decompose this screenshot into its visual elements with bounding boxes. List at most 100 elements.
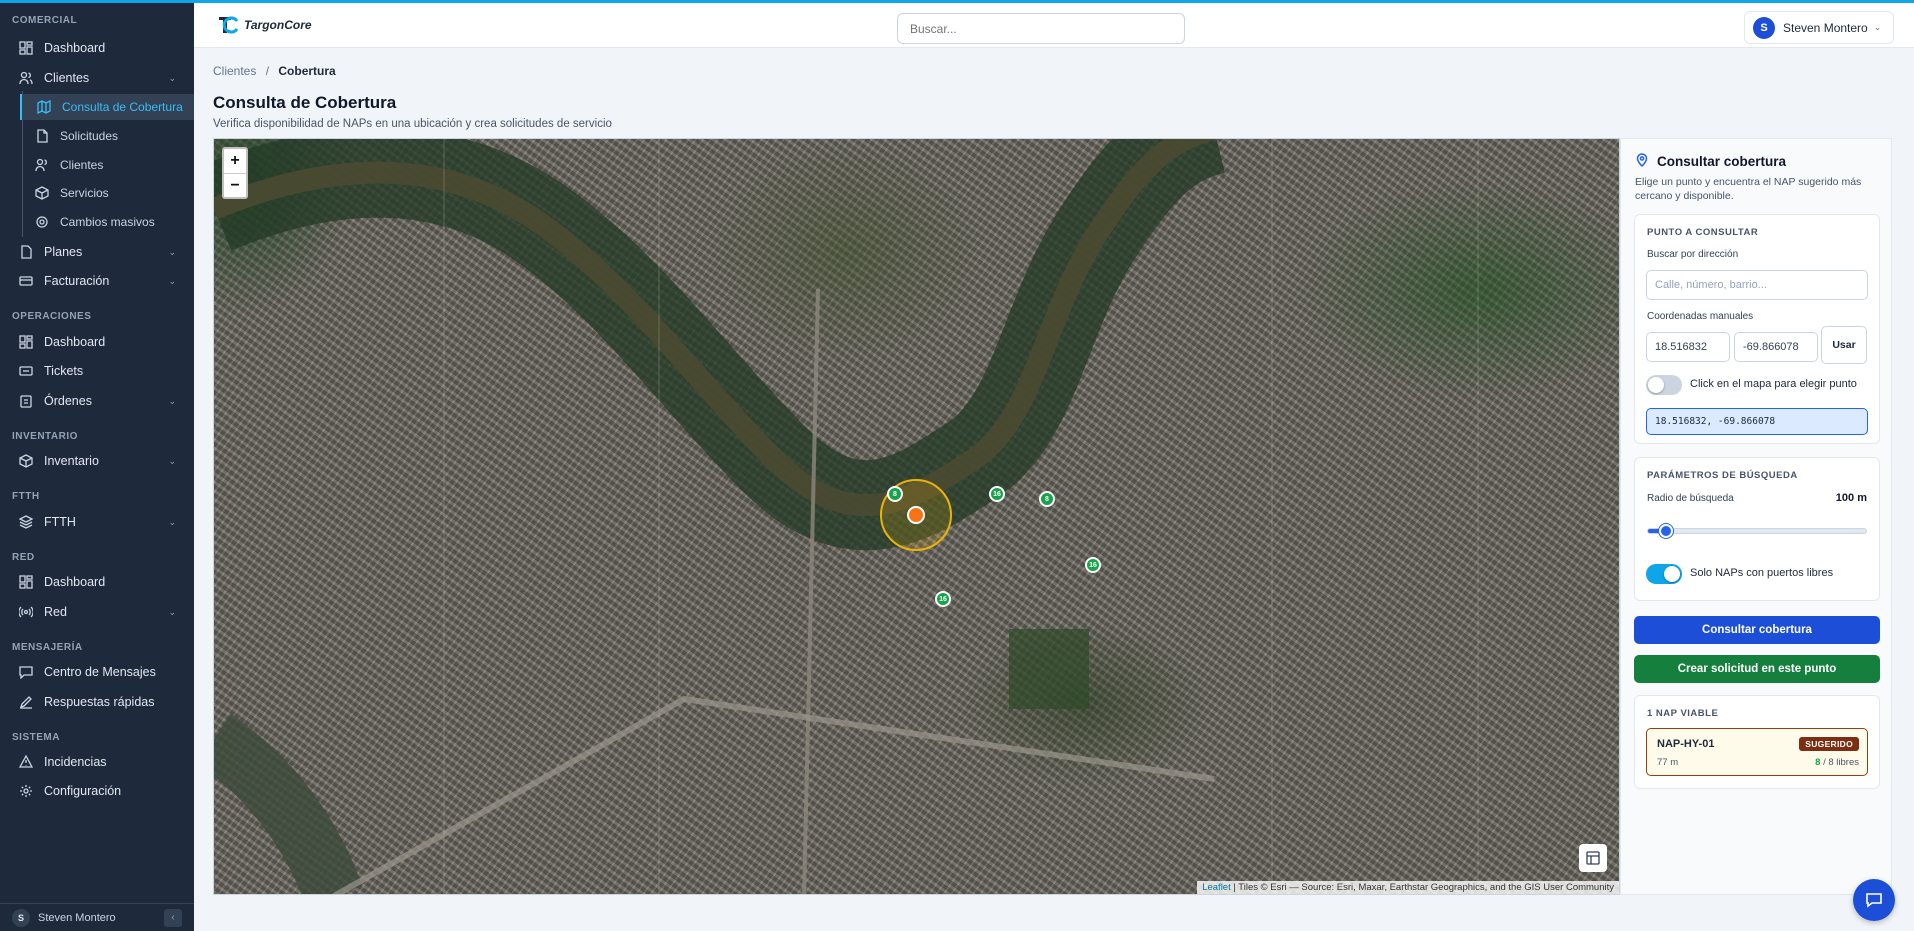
sidebar-item-label: Incidencias bbox=[44, 755, 107, 769]
box-icon bbox=[18, 453, 34, 469]
nap-marker[interactable]: 16 bbox=[989, 486, 1005, 502]
users-icon bbox=[18, 70, 34, 86]
breadcrumb-parent-link[interactable]: Clientes bbox=[213, 64, 256, 78]
panel-title-text: Consultar cobertura bbox=[1657, 154, 1787, 169]
chevron-down-icon: ⌄ bbox=[168, 455, 176, 466]
logo-icon bbox=[219, 16, 239, 34]
sidebar-item-label: Centro de Mensajes bbox=[44, 665, 156, 679]
section-operaciones: OPERACIONES bbox=[12, 311, 92, 322]
map-click-label: Click en el mapa para elegir punto bbox=[1690, 378, 1857, 390]
longitude-input[interactable] bbox=[1734, 332, 1818, 362]
location-pin-icon bbox=[1635, 153, 1649, 170]
leaflet-link[interactable]: Leaflet bbox=[1202, 882, 1231, 893]
sidebar-item-label: FTTH bbox=[44, 515, 76, 529]
section-comercial: COMERCIAL bbox=[12, 15, 78, 26]
sidebar-item-label: Clientes bbox=[60, 158, 104, 172]
box-icon bbox=[34, 185, 50, 201]
sidebar-item-ordenes[interactable]: Órdenes ⌄ bbox=[10, 388, 186, 414]
sidebar-item-label: Cambios masivos bbox=[60, 215, 155, 229]
sidebar-item-centro-mensajes[interactable]: Centro de Mensajes bbox=[10, 659, 186, 685]
sidebar-item-cambios-masivos[interactable]: Cambios masivos bbox=[20, 209, 194, 235]
footer-user-name: Steven Montero bbox=[38, 911, 116, 924]
warning-icon bbox=[18, 754, 34, 770]
chevron-down-icon: ⌄ bbox=[168, 516, 176, 527]
selected-point-marker[interactable] bbox=[907, 506, 925, 524]
slider-thumb[interactable] bbox=[1659, 524, 1673, 538]
chat-icon bbox=[1866, 893, 1882, 908]
zoom-out-button[interactable]: − bbox=[224, 173, 246, 197]
chevron-down-icon: ⌄ bbox=[168, 606, 176, 617]
point-card: PUNTO A CONSULTAR Buscar por dirección C… bbox=[1634, 214, 1880, 444]
nap-distance: 77 m bbox=[1657, 757, 1679, 768]
logo[interactable]: TargonCore bbox=[216, 13, 312, 37]
latitude-input[interactable] bbox=[1646, 332, 1730, 362]
layers-toggle-button[interactable] bbox=[1579, 844, 1607, 872]
document-icon bbox=[34, 128, 50, 144]
sidebar-item-solicitudes[interactable]: Solicitudes bbox=[20, 123, 194, 149]
sidebar-item-dashboard-red[interactable]: Dashboard bbox=[10, 569, 186, 595]
sidebar-item-clientes-sub[interactable]: Clientes bbox=[20, 152, 194, 178]
sidebar-item-servicios[interactable]: Servicios bbox=[20, 180, 194, 206]
create-request-button[interactable]: Crear solicitud en este punto bbox=[1634, 655, 1880, 683]
search-input[interactable] bbox=[897, 13, 1185, 44]
zoom-in-button[interactable]: + bbox=[224, 149, 246, 173]
coords-label: Coordenadas manuales bbox=[1647, 311, 1754, 322]
sidebar-item-consulta-cobertura[interactable]: Consulta de Cobertura bbox=[20, 94, 194, 120]
section-mensajeria: MENSAJERÍA bbox=[12, 642, 83, 653]
nap-marker[interactable]: 16 bbox=[935, 591, 951, 607]
nap-result-item[interactable]: NAP-HY-01 SUGERIDO 77 m 8 / 8 libres bbox=[1646, 728, 1868, 776]
address-input[interactable] bbox=[1646, 270, 1868, 300]
map-click-toggle[interactable] bbox=[1646, 375, 1682, 395]
sidebar-footer: S Steven Montero ‹ bbox=[0, 903, 194, 931]
sidebar-item-label: Órdenes bbox=[44, 394, 92, 408]
sidebar-item-label: Dashboard bbox=[44, 335, 106, 349]
section-red: RED bbox=[12, 552, 35, 563]
user-menu-button[interactable]: S Steven Montero ⌄ bbox=[1744, 11, 1894, 44]
gear-icon bbox=[34, 214, 50, 230]
dashboard-icon bbox=[18, 40, 34, 56]
dashboard-icon bbox=[18, 574, 34, 590]
sidebar-item-label: Clientes bbox=[44, 71, 90, 85]
sidebar-item-facturacion[interactable]: Facturación ⌄ bbox=[10, 268, 186, 294]
ticket-icon bbox=[18, 363, 34, 379]
radius-value: 100 m bbox=[1835, 492, 1867, 504]
sidebar-item-incidencias[interactable]: Incidencias bbox=[10, 749, 186, 775]
point-card-heading: PUNTO A CONSULTAR bbox=[1647, 227, 1759, 238]
collapse-sidebar-button[interactable]: ‹ bbox=[164, 908, 182, 927]
page-subtitle: Verifica disponibilidad de NAPs en una u… bbox=[213, 118, 612, 130]
pencil-icon bbox=[18, 694, 34, 710]
sidebar-item-label: Red bbox=[44, 605, 67, 619]
breadcrumb-separator: / bbox=[265, 64, 270, 78]
nap-marker[interactable]: 16 bbox=[1085, 557, 1101, 573]
sidebar-item-tickets[interactable]: Tickets bbox=[10, 358, 186, 384]
sidebar-item-ftth[interactable]: FTTH ⌄ bbox=[10, 509, 186, 535]
sidebar-item-inventario[interactable]: Inventario ⌄ bbox=[10, 448, 186, 474]
nap-marker[interactable]: 8 bbox=[1039, 491, 1055, 507]
address-label: Buscar por dirección bbox=[1647, 249, 1739, 260]
sidebar-item-respuestas-rapidas[interactable]: Respuestas rápidas bbox=[10, 689, 186, 715]
sidebar-item-label: Consulta de Cobertura bbox=[62, 100, 183, 114]
radius-slider[interactable] bbox=[1647, 524, 1867, 538]
section-inventario: INVENTARIO bbox=[12, 431, 78, 442]
suggested-badge: SUGERIDO bbox=[1799, 737, 1859, 751]
results-heading: 1 NAP VIABLE bbox=[1647, 708, 1719, 719]
sidebar-item-dashboard-comercial[interactable]: Dashboard bbox=[10, 35, 186, 61]
sidebar-item-clientes[interactable]: Clientes ⌄ bbox=[10, 65, 186, 91]
sidebar-item-label: Servicios bbox=[60, 186, 109, 200]
consult-coverage-button[interactable]: Consultar cobertura bbox=[1634, 616, 1880, 644]
credit-card-icon bbox=[18, 273, 34, 289]
sidebar-item-planes[interactable]: Planes ⌄ bbox=[10, 239, 186, 265]
layers-icon bbox=[18, 514, 34, 530]
nap-marker[interactable]: 8 bbox=[887, 486, 903, 502]
sidebar-item-dashboard-operaciones[interactable]: Dashboard bbox=[10, 329, 186, 355]
sidebar-item-configuracion[interactable]: Configuración bbox=[10, 778, 186, 804]
page-title: Consulta de Cobertura bbox=[213, 93, 397, 112]
use-coords-button[interactable]: Usar bbox=[1821, 326, 1867, 364]
free-ports-toggle[interactable] bbox=[1646, 564, 1682, 584]
sidebar-item-red[interactable]: Red ⌄ bbox=[10, 599, 186, 625]
results-card: 1 NAP VIABLE NAP-HY-01 SUGERIDO 77 m 8 /… bbox=[1634, 695, 1880, 789]
chat-button[interactable] bbox=[1853, 879, 1895, 921]
sidebar-item-label: Respuestas rápidas bbox=[44, 695, 155, 709]
sidebar-item-label: Dashboard bbox=[44, 41, 106, 55]
coverage-map[interactable]: + − 8 16 8 16 16 Leaflet | Tiles © Esri … bbox=[213, 138, 1620, 895]
